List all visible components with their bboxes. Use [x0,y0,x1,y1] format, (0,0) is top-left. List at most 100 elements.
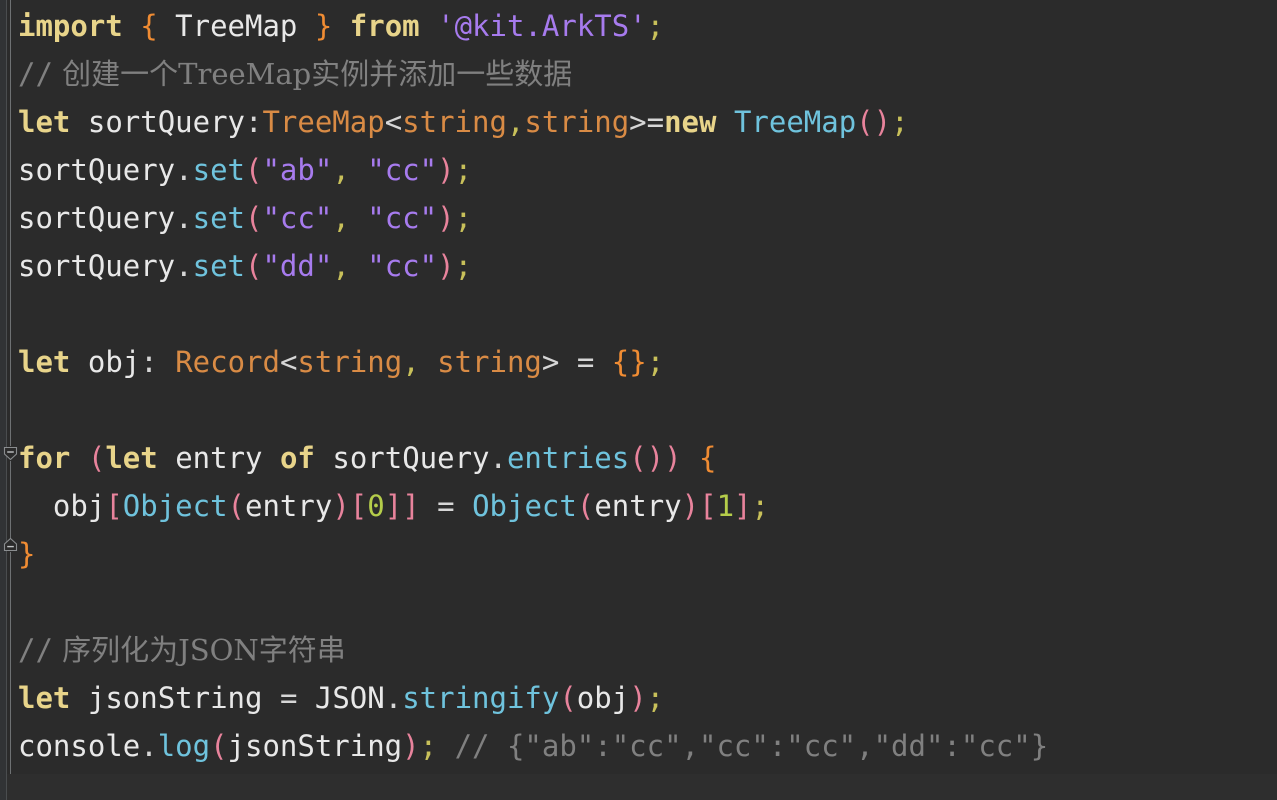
code-line-11[interactable]: obj[Object(entry)[0]] = Object(entry)[1]… [0,482,1277,530]
token-ctor-treemap: TreeMap [733,105,857,139]
token-class-object: Object [122,489,228,523]
token-paren-close: ) [437,201,455,235]
code-line-16[interactable]: console.log(jsonString); // {"ab":"cc","… [0,722,1277,770]
token-var-obj: obj [87,345,141,379]
token-dot: . [175,201,193,235]
token-angle-close: > [629,105,647,139]
token-object: sortQuery [18,201,176,235]
token-class-object: Object [472,489,577,523]
token-dot: . [140,729,158,763]
token-keyword-of: of [279,441,315,475]
token-brace-close: } [314,9,333,43]
token-paren-close: ) [437,153,455,187]
token-colon: : [140,345,158,379]
token-method-stringify: stringify [402,681,560,715]
token-paren-close: ) [664,441,682,475]
token-equals: = [437,489,455,523]
token-semicolon: ; [419,729,438,763]
token-type-value: string [437,345,542,379]
token-paren-open: ( [227,489,246,523]
code-content[interactable]: import { TreeMap } from '@kit.ArkTS'; //… [0,0,1277,770]
token-dot: . [175,153,193,187]
token-equals: = [646,105,665,139]
token-arg-key: "cc" [262,201,333,235]
code-line-15[interactable]: let jsonString = JSON.stringify(obj); [0,674,1277,722]
token-index-open: [ [349,489,368,523]
token-paren-close: ) [402,729,420,763]
token-object: sortQuery [18,153,176,187]
token-method-set: set [192,153,245,187]
token-method-entries: entries [506,441,630,475]
token-equals: = [279,681,298,715]
token-angle-open: < [279,345,298,379]
code-line-10[interactable]: for (let entry of sortQuery.entries()) { [0,434,1277,482]
token-dot: . [384,681,403,715]
code-line-9-blank[interactable] [0,386,1277,434]
token-var-entry: entry [175,441,263,475]
token-comment-text: 创建一个TreeMap实例并添加一些数据 [52,57,573,91]
token-brace-open: { [140,9,158,43]
token-semicolon: ; [646,9,665,43]
token-keyword-let: let [18,681,71,715]
token-arg-key: "dd" [262,249,333,283]
code-line-4[interactable]: sortQuery.set("ab", "cc"); [0,146,1277,194]
token-comment-slashes: // [18,57,53,91]
code-line-5[interactable]: sortQuery.set("cc", "cc"); [0,194,1277,242]
code-line-14[interactable]: // 序列化为JSON字符串 [0,626,1277,674]
token-paren-open: ( [559,681,577,715]
token-semicolon: ; [454,249,473,283]
token-keyword-from: from [349,9,420,43]
token-semicolon: ; [454,201,473,235]
code-line-2[interactable]: // 创建一个TreeMap实例并添加一些数据 [0,50,1277,98]
token-keyword-let: let [18,345,71,379]
token-equals: = [576,345,595,379]
token-block-open: { [699,441,717,475]
token-index-open: [ [699,489,717,523]
token-paren-open: ( [576,489,595,523]
token-method-log: log [157,729,211,763]
token-target-obj: obj [52,489,106,523]
token-empty-object: {} [611,345,647,379]
token-var-entry: entry [245,489,333,523]
token-angle-close: > [541,345,560,379]
token-type-record: Record [175,345,280,379]
token-semicolon: ; [751,489,769,523]
code-line-3[interactable]: let sortQuery:TreeMap<string,string>=new… [0,98,1277,146]
token-index-close: ] [384,489,403,523]
token-paren-open: ( [245,201,263,235]
token-paren-close: ) [332,489,350,523]
token-semicolon: ; [646,681,665,715]
token-object: sortQuery [332,441,490,475]
token-number-one: 1 [716,489,735,523]
token-comma: , [402,345,420,379]
token-keyword-let: let [105,441,158,475]
token-type-value: string [524,105,630,139]
token-comment-text: 序列化为JSON字符串 [52,633,346,667]
token-arg-value: "cc" [367,201,438,235]
editor-bottom-band [7,774,1277,800]
token-keyword-import: import [18,9,123,43]
token-arg-value: "cc" [367,153,438,187]
token-semicolon: ; [891,105,909,139]
token-object-console: console [18,729,141,763]
code-line-7-blank[interactable] [0,290,1277,338]
code-line-13-blank[interactable] [0,578,1277,626]
token-type-key: string [402,105,507,139]
token-type-treemap: TreeMap [262,105,385,139]
token-module-path: '@kit.ArkTS' [437,9,647,43]
code-editor[interactable]: import { TreeMap } from '@kit.ArkTS'; //… [0,0,1277,800]
code-line-6[interactable]: sortQuery.set("dd", "cc"); [0,242,1277,290]
token-angle-open: < [384,105,403,139]
token-arg-obj: obj [576,681,630,715]
code-line-12[interactable]: } [0,530,1277,578]
token-type-key: string [297,345,403,379]
code-line-8[interactable]: let obj: Record<string, string> = {}; [0,338,1277,386]
token-paren-open: ( [210,729,228,763]
token-call-parens: () [856,105,892,139]
token-call-parens: () [629,441,665,475]
token-semicolon: ; [454,153,473,187]
code-line-1[interactable]: import { TreeMap } from '@kit.ArkTS'; [0,2,1277,50]
token-import-name: TreeMap [175,9,298,43]
token-keyword-let: let [18,105,71,139]
token-bracket-open: [ [105,489,123,523]
